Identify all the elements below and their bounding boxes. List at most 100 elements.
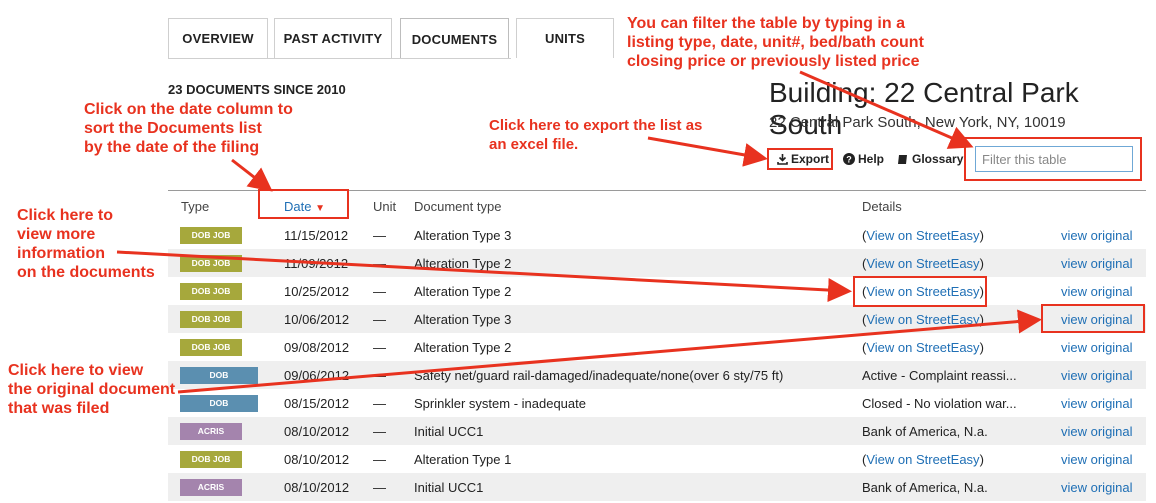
details-cell: Bank of America, N.a. xyxy=(862,424,988,439)
document-type-cell: Sprinkler system - inadequate xyxy=(414,396,586,411)
table-row: ACRIS 08/10/2012 — Initial UCC1 Bank of Amer… xyxy=(168,417,1146,445)
document-type-cell: Safety net/guard rail-damaged/inadequate… xyxy=(414,368,784,383)
date-cell: 08/15/2012 xyxy=(284,396,350,411)
view-on-streeteasy-link[interactable]: View on StreetEasy xyxy=(866,256,979,271)
document-type-cell: Alteration Type 2 xyxy=(414,340,512,355)
view-original-link[interactable]: view original xyxy=(1061,340,1133,355)
details-cell: (View on StreetEasy) xyxy=(862,340,984,355)
tab-units[interactable]: UNITS xyxy=(516,18,614,58)
annotation-more-info: Click here to view more information on t… xyxy=(17,207,155,281)
view-original-link[interactable]: view original xyxy=(1061,396,1133,411)
details-cell: Active - Complaint reassi... xyxy=(862,368,1017,383)
type-badge: ACRIS xyxy=(180,479,242,496)
date-cell: 11/15/2012 xyxy=(284,228,349,243)
document-type-cell: Alteration Type 2 xyxy=(414,284,512,299)
type-badge: DOB JOB xyxy=(180,451,242,468)
unit-cell: — xyxy=(373,228,386,243)
date-cell: 11/09/2012 xyxy=(284,256,349,271)
question-icon: ? xyxy=(843,153,855,165)
table-row: DOB COMPLAINT 08/15/2012 — Sprinkler system… xyxy=(168,389,1146,425)
date-cell: 08/10/2012 xyxy=(284,452,350,467)
date-cell: 08/10/2012 xyxy=(284,480,350,495)
table-row: DOB JOB 10/25/2012— Alteration Type 2 (View… xyxy=(168,277,1146,305)
table-row: DOB JOB 11/09/2012 — Alteration Type 2 (View… xyxy=(168,249,1146,277)
tab-divider xyxy=(168,58,511,59)
svg-text:?: ? xyxy=(846,155,852,165)
highlight-details xyxy=(853,276,987,307)
date-cell: 09/06/2012 xyxy=(284,368,350,383)
glossary-button[interactable]: Glossary xyxy=(897,152,963,166)
type-badge: DOB COMPLAINT xyxy=(180,395,258,425)
view-original-link[interactable]: view original xyxy=(1061,480,1133,495)
table-row: ACRIS 08/10/2012 — Initial UCC1 Bank of Amer… xyxy=(168,473,1146,501)
date-cell: 10/25/2012 xyxy=(284,284,350,299)
type-badge: ACRIS xyxy=(180,423,242,440)
highlight-filter xyxy=(964,137,1142,181)
document-type-cell: Alteration Type 1 xyxy=(414,452,512,467)
document-type-cell: Alteration Type 3 xyxy=(414,312,512,327)
details-cell: Closed - No violation war... xyxy=(862,396,1017,411)
type-badge: DOB JOB xyxy=(180,255,242,272)
column-header-type: Type xyxy=(181,199,210,214)
details-cell: (View on StreetEasy) xyxy=(862,256,984,271)
unit-cell: — xyxy=(373,396,386,411)
unit-cell: — xyxy=(373,424,386,439)
view-original-link[interactable]: view original xyxy=(1061,452,1133,467)
unit-cell: — xyxy=(373,284,386,299)
view-original-link[interactable]: view original xyxy=(1061,284,1133,299)
arrow-date xyxy=(231,158,273,192)
type-badge: DOB JOB xyxy=(180,283,242,300)
highlight-export xyxy=(767,148,833,170)
documents-count: 23 DOCUMENTS SINCE 2010 xyxy=(168,82,346,97)
table-row: DOB JOB 08/10/2012 — Alteration Type 1 (View… xyxy=(168,445,1146,473)
column-header-unit: Unit xyxy=(373,199,397,214)
view-on-streeteasy-link[interactable]: View on StreetEasy xyxy=(866,340,979,355)
view-original-link[interactable]: view original xyxy=(1061,228,1133,243)
unit-cell: — xyxy=(373,480,386,495)
type-badge: DOB JOB xyxy=(180,339,242,356)
table-row: DOB COMPLAINT 09/06/2012 — Safety net/guard… xyxy=(168,361,1146,397)
table-row: DOB JOB 09/08/2012 — Alteration Type 2 (View… xyxy=(168,333,1146,361)
building-address: 22 Central Park South, New York, NY, 100… xyxy=(769,114,1066,131)
highlight-original xyxy=(1041,304,1145,333)
glossary-label: Glossary xyxy=(912,152,964,166)
annotation-date: Click on the date column to sort the Doc… xyxy=(84,101,293,156)
annotation-filter: You can filter the table by typing in a … xyxy=(627,15,924,70)
view-on-streeteasy-link[interactable]: View on StreetEasy xyxy=(866,312,979,327)
date-cell: 09/08/2012 xyxy=(284,340,350,355)
document-type-cell: Alteration Type 2 xyxy=(414,256,512,271)
details-cell: (View on StreetEasy) xyxy=(862,452,984,467)
book-icon xyxy=(898,154,907,164)
unit-cell: — xyxy=(373,312,386,327)
page-title: Building: 22 Central Park South xyxy=(769,77,1079,140)
annotation-export: Click here to export the list as an exce… xyxy=(489,117,703,153)
tab-past-activity[interactable]: PAST ACTIVITY xyxy=(274,18,392,58)
view-original-link[interactable]: view original xyxy=(1061,256,1133,271)
view-original-link[interactable]: view original xyxy=(1061,368,1133,383)
column-header-document-type: Document type xyxy=(414,199,502,214)
unit-cell: — xyxy=(373,368,386,383)
date-cell: 08/10/2012 xyxy=(284,424,350,439)
table-row: DOB JOB 10/06/2012 — Alteration Type 3 (View… xyxy=(168,305,1146,333)
tab-overview[interactable]: OVERVIEW xyxy=(168,18,268,58)
annotation-original: Click here to view the original document… xyxy=(8,362,176,417)
details-cell: (View on StreetEasy) xyxy=(862,312,984,327)
view-on-streeteasy-link[interactable]: View on StreetEasy xyxy=(866,228,979,243)
date-cell: 10/06/2012 xyxy=(284,312,350,327)
unit-cell: — xyxy=(373,340,386,355)
view-original-link[interactable]: view original xyxy=(1061,424,1133,439)
help-button[interactable]: ? Help xyxy=(843,152,884,166)
help-label: Help xyxy=(858,152,885,166)
highlight-date xyxy=(258,189,349,219)
column-header-details: Details xyxy=(862,199,902,214)
tab-documents[interactable]: DOCUMENTS xyxy=(400,18,509,59)
type-badge: DOB COMPLAINT xyxy=(180,367,258,397)
view-on-streeteasy-link[interactable]: View on StreetEasy xyxy=(866,452,979,467)
unit-cell: — xyxy=(373,256,386,271)
document-type-cell: Initial UCC1 xyxy=(414,480,484,495)
type-badge: DOB JOB xyxy=(180,227,242,244)
document-type-cell: Alteration Type 3 xyxy=(414,228,512,243)
table-row: DOB JOB 11/15/2012 — Alteration Type 3 (View… xyxy=(168,221,1146,249)
details-cell: (View on StreetEasy) xyxy=(862,228,984,243)
details-cell: Bank of America, N.a. xyxy=(862,480,988,495)
